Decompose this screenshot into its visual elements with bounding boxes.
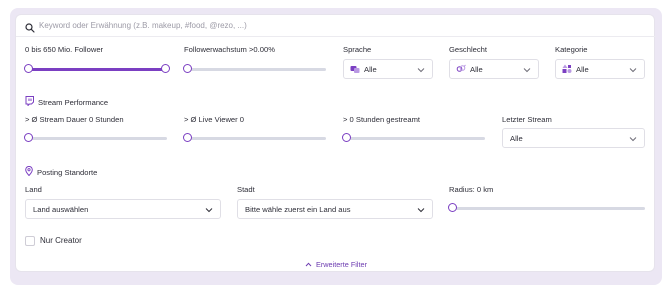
creator-only-label: Nur Creator: [40, 236, 82, 245]
stream-duration-label: > Ø Stream Dauer 0 Stunden: [25, 115, 124, 124]
chevron-down-icon: [417, 66, 425, 75]
follower-range-slider[interactable]: [23, 64, 170, 74]
follower-range-min-thumb[interactable]: [23, 64, 33, 73]
gender-label: Geschlecht: [449, 45, 487, 54]
live-viewer-thumb[interactable]: [182, 133, 192, 142]
chevron-down-icon: [629, 135, 637, 144]
radius-label: Radius: 0 km: [449, 185, 494, 194]
filter-panel: 0 bis 650 Mio. Follower Followerwachstum…: [15, 14, 656, 272]
category-icon: [562, 64, 572, 74]
city-value: Bitte wähle zuerst ein Land aus: [245, 204, 351, 214]
stream-duration-slider[interactable]: [23, 133, 167, 143]
radius-track: [452, 207, 645, 210]
map-pin-icon: [25, 165, 33, 178]
language-value: Alle: [364, 64, 377, 74]
stream-performance-heading: Stream Performance: [25, 96, 108, 108]
last-stream-value: Alle: [510, 133, 523, 143]
last-stream-label: Letzter Stream: [502, 115, 552, 124]
country-value: Land auswählen: [33, 204, 89, 214]
country-select[interactable]: Land auswählen: [25, 199, 221, 219]
growth-label: Followerwachstum >0.00%: [184, 45, 275, 54]
country-label: Land: [25, 185, 42, 194]
language-select[interactable]: Alle: [343, 59, 433, 79]
gender-select[interactable]: Alle: [449, 59, 539, 79]
growth-slider[interactable]: [182, 64, 326, 74]
hours-streamed-track: [346, 137, 485, 140]
advanced-filters-toggle[interactable]: Erweiterte Filter: [16, 260, 656, 269]
live-viewer-track: [187, 137, 326, 140]
creator-only-checkbox[interactable]: [25, 236, 35, 246]
chevron-up-icon: [305, 260, 312, 269]
chevron-down-icon: [629, 66, 637, 75]
twitch-icon: [25, 96, 34, 108]
last-stream-select[interactable]: Alle: [502, 128, 645, 148]
posting-locations-title: Posting Standorte: [37, 167, 98, 177]
category-label: Kategorie: [555, 45, 588, 54]
follower-range-max-thumb[interactable]: [160, 64, 170, 73]
growth-track: [187, 68, 326, 71]
chevron-down-icon: [417, 206, 425, 215]
search-icon: [25, 20, 35, 38]
search-bar: [16, 15, 656, 37]
follower-range-fill: [28, 68, 165, 71]
posting-locations-heading: Posting Standorte: [25, 165, 98, 178]
language-icon: [350, 65, 360, 74]
hours-streamed-thumb[interactable]: [341, 133, 351, 142]
radius-thumb[interactable]: [447, 203, 457, 212]
stream-performance-title: Stream Performance: [38, 97, 109, 107]
stream-duration-track: [28, 137, 167, 140]
city-select[interactable]: Bitte wähle zuerst ein Land aus: [237, 199, 433, 219]
hours-streamed-slider[interactable]: [341, 133, 485, 143]
chevron-down-icon: [523, 66, 531, 75]
live-viewer-label: > Ø Live Viewer 0: [184, 115, 245, 124]
chevron-down-icon: [205, 206, 213, 215]
advanced-filters-label: Erweiterte Filter: [315, 260, 368, 269]
category-select[interactable]: Alle: [555, 59, 645, 79]
gender-icon: [456, 64, 466, 74]
category-value: Alle: [576, 64, 589, 74]
language-label: Sprache: [343, 45, 372, 54]
radius-slider[interactable]: [447, 203, 645, 213]
stream-duration-thumb[interactable]: [23, 133, 33, 142]
city-label: Stadt: [237, 185, 255, 194]
live-viewer-slider[interactable]: [182, 133, 326, 143]
hours-streamed-label: > 0 Stunden gestreamt: [343, 115, 421, 124]
growth-thumb[interactable]: [182, 64, 192, 73]
gender-value: Alle: [470, 64, 483, 74]
follower-range-label: 0 bis 650 Mio. Follower: [25, 45, 104, 54]
search-input[interactable]: [39, 17, 639, 34]
